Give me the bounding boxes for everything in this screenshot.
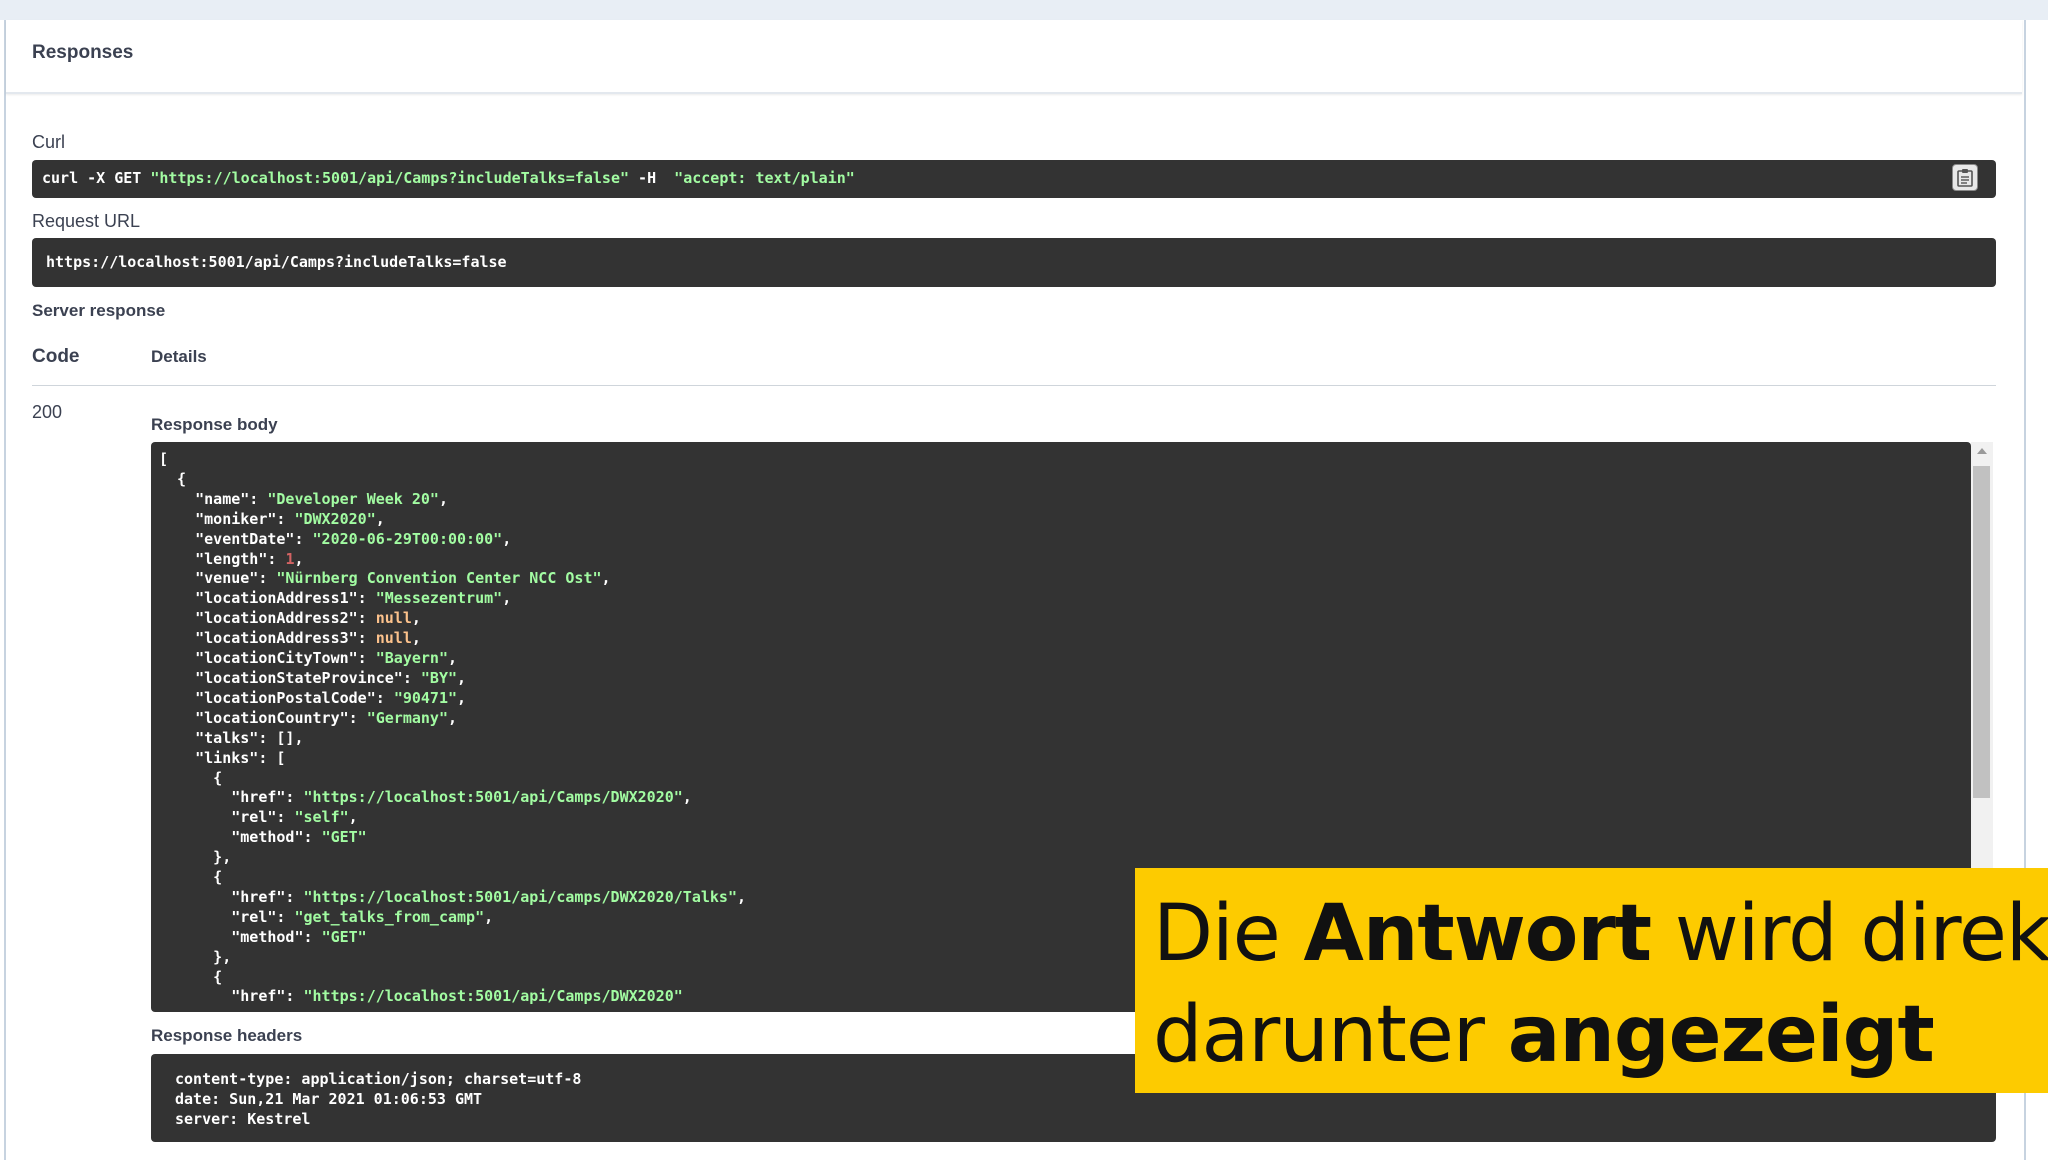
- scroll-thumb[interactable]: [1973, 466, 1990, 798]
- caption-overlay: Die Antwort wird direkt darunter angezei…: [1135, 868, 2048, 1093]
- table-divider: [32, 385, 1996, 386]
- scroll-up-arrow-icon[interactable]: [1977, 448, 1987, 454]
- request-url-label: Request URL: [32, 211, 141, 231]
- details-column-header: Details: [151, 347, 207, 366]
- response-headers-label: Response headers: [151, 1026, 303, 1045]
- clipboard-icon: [1957, 169, 1973, 187]
- caption-line-1: Die Antwort wird direkt: [1153, 889, 2048, 979]
- copy-to-clipboard-button[interactable]: [1952, 164, 1978, 191]
- curl-header: "accept: text/plain": [674, 169, 855, 187]
- caption-line-2: darunter angezeigt: [1153, 990, 1935, 1080]
- response-status-code: 200: [32, 402, 63, 422]
- curl-command[interactable]: curl -X GET "https://localhost:5001/api/…: [32, 160, 1996, 198]
- curl-label: Curl: [32, 132, 66, 152]
- response-header-line: server: Kestrel: [175, 1110, 311, 1128]
- response-body-label: Response body: [151, 415, 278, 434]
- code-column-header: Code: [32, 346, 80, 367]
- responses-header: Responses: [6, 20, 2022, 94]
- curl-flag: -H: [629, 169, 675, 187]
- server-response-label: Server response: [32, 301, 166, 320]
- responses-title: Responses: [32, 42, 134, 63]
- request-url-value[interactable]: https://localhost:5001/api/Camps?include…: [32, 238, 1996, 287]
- top-band: [0, 0, 2048, 20]
- curl-url: "https://localhost:5001/api/Camps?includ…: [150, 169, 630, 187]
- curl-prefix: curl -X GET: [42, 169, 151, 187]
